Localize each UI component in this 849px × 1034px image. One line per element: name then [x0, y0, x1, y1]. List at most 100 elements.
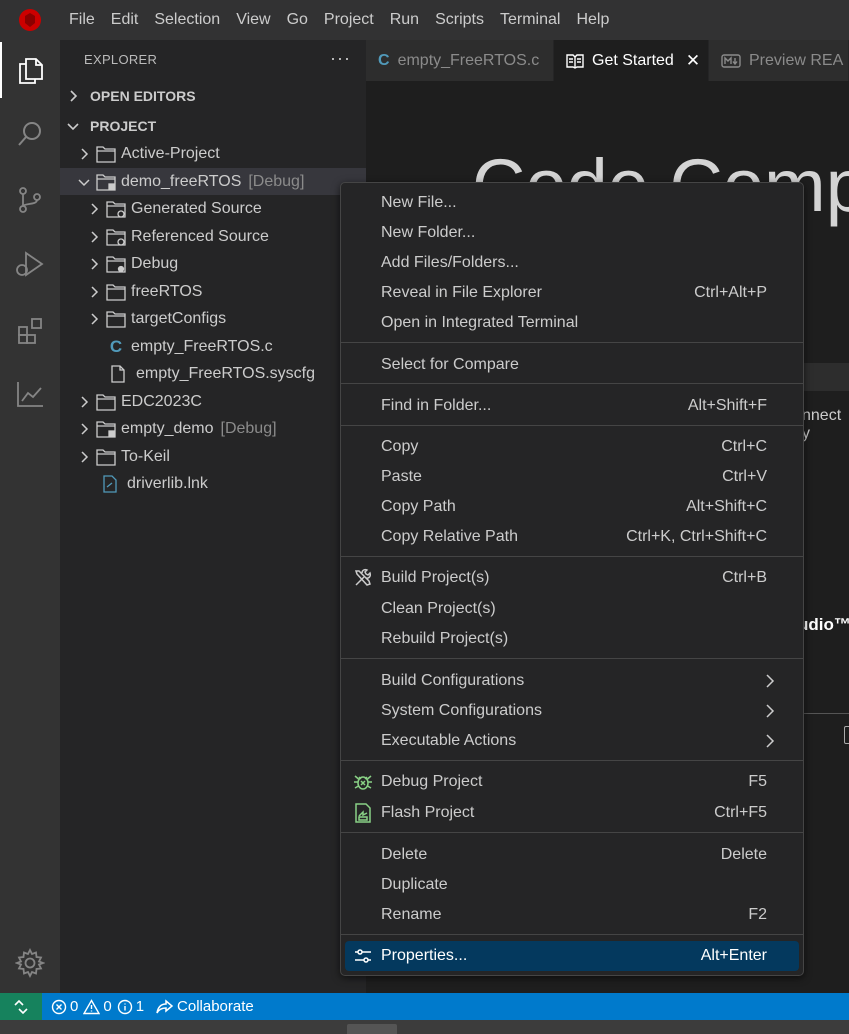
menu-separator: [341, 658, 803, 659]
shortcut: Ctrl+F5: [714, 804, 767, 821]
section-project[interactable]: PROJECT: [60, 112, 366, 140]
tree-item-empty-freertos-syscfg[interactable]: empty_FreeRTOS.syscfg: [60, 360, 366, 387]
menu-item-debug-project[interactable]: Debug Project F5: [345, 767, 799, 797]
tree-item-to-keil[interactable]: To-Keil: [60, 443, 366, 470]
menu-item-clean-projects[interactable]: Clean Project(s): [345, 594, 799, 624]
shortcut: Delete: [720, 846, 767, 863]
shortcut: Alt+Shift+C: [686, 498, 767, 515]
close-icon[interactable]: ✕: [686, 51, 700, 71]
tree-item-generated-source[interactable]: Generated Source: [60, 195, 366, 222]
section-label: PROJECT: [90, 118, 157, 134]
menu-item-executable-actions[interactable]: Executable Actions: [345, 726, 799, 756]
menu-item-new-folder[interactable]: New Folder...: [345, 218, 799, 248]
menu-item-select-for-compare[interactable]: Select for Compare: [345, 350, 799, 380]
tree-item-freertos[interactable]: freeRTOS: [60, 278, 366, 305]
ccs-logo-icon: [0, 0, 60, 40]
menu-item-copy[interactable]: Copy Ctrl+C: [345, 432, 799, 462]
tools-icon: [353, 568, 373, 588]
file-icon: [108, 364, 128, 384]
tree-item-edc2023c[interactable]: EDC2023C: [60, 388, 366, 415]
extensions-icon[interactable]: [0, 302, 60, 358]
walkthrough-text: nnect y: [802, 407, 842, 442]
menu-item-rebuild-projects[interactable]: Rebuild Project(s): [345, 624, 799, 654]
build-config-tag: [Debug]: [220, 419, 277, 437]
shortcut: Alt+Enter: [700, 947, 767, 964]
chevron-right-icon: [76, 395, 92, 408]
context-menu: New File... New Folder... Add Files/Fold…: [340, 182, 804, 976]
tree-item-debug[interactable]: Debug: [60, 250, 366, 277]
menu-separator: [341, 383, 803, 384]
menu-item-properties[interactable]: Properties... Alt+Enter: [345, 941, 799, 971]
menu-item-system-configurations[interactable]: System Configurations: [345, 696, 799, 726]
status-bar: 0 0 1 Collaborate: [0, 993, 849, 1020]
tree-item-active-project[interactable]: Active-Project: [60, 140, 366, 167]
menu-item-reveal-in-file-explorer[interactable]: Reveal in File Explorer Ctrl+Alt+P: [345, 278, 799, 308]
menu-terminal[interactable]: Terminal: [492, 0, 568, 40]
tree-label: targetConfigs: [131, 309, 227, 327]
menu-file[interactable]: File: [60, 0, 103, 40]
menu-separator: [341, 934, 803, 935]
shortcut: F5: [748, 773, 767, 790]
menu-run[interactable]: Run: [382, 0, 427, 40]
menu-item-add-files-folders[interactable]: Add Files/Folders...: [345, 248, 799, 278]
problems-indicator[interactable]: 0 0 1: [51, 998, 144, 1015]
tree-item-targetconfigs[interactable]: targetConfigs: [60, 305, 366, 332]
tab-empty-freertos-c[interactable]: C empty_FreeRTOS.c: [366, 40, 554, 81]
tree-item-demo-freertos[interactable]: demo_freeRTOS [Debug]: [60, 168, 366, 195]
menu-separator: [341, 556, 803, 557]
shortcut: Ctrl+C: [721, 438, 767, 455]
editor-tabs: C empty_FreeRTOS.c Get Started ✕ Preview…: [366, 40, 849, 81]
menu-item-build-projects[interactable]: Build Project(s) Ctrl+B: [345, 563, 799, 593]
gear-icon[interactable]: [0, 935, 60, 991]
linked-folder-icon: [106, 227, 126, 247]
debug-bug-icon: [353, 772, 373, 792]
menu-view[interactable]: View: [228, 0, 278, 40]
chevron-right-icon: [60, 89, 90, 103]
run-debug-icon[interactable]: [0, 236, 60, 292]
tree-item-driverlib-lnk[interactable]: driverlib.lnk: [60, 470, 366, 497]
chart-analytics-icon[interactable]: [0, 366, 60, 422]
tab-preview-readme[interactable]: Preview REA: [709, 40, 849, 81]
tree-label: To-Keil: [121, 447, 170, 465]
shortcut: Ctrl+B: [722, 569, 767, 586]
info-count: 1: [135, 998, 145, 1015]
menu-selection[interactable]: Selection: [146, 0, 228, 40]
explorer-icon[interactable]: [0, 42, 60, 98]
folder-icon: [106, 309, 126, 329]
menu-edit[interactable]: Edit: [103, 0, 147, 40]
menu-item-flash-project[interactable]: Flash Project Ctrl+F5: [345, 798, 799, 828]
chevron-right-icon: [76, 450, 92, 463]
build-folder-icon: [106, 254, 126, 274]
chevron-right-icon: [76, 147, 92, 160]
search-icon[interactable]: [0, 106, 60, 162]
menu-item-rename[interactable]: Rename F2: [345, 900, 799, 930]
menu-item-build-configurations[interactable]: Build Configurations: [345, 666, 799, 696]
more-actions-icon[interactable]: ···: [330, 40, 351, 80]
menu-help[interactable]: Help: [568, 0, 617, 40]
menu-item-copy-path[interactable]: Copy Path Alt+Shift+C: [345, 492, 799, 522]
section-open-editors[interactable]: OPEN EDITORS: [60, 82, 366, 110]
tree-item-referenced-source[interactable]: Referenced Source: [60, 223, 366, 250]
menu-item-paste[interactable]: Paste Ctrl+V: [345, 462, 799, 492]
source-control-icon[interactable]: [0, 172, 60, 228]
section-label: OPEN EDITORS: [90, 88, 196, 104]
folder-icon: [106, 282, 126, 302]
shortcut: Ctrl+Alt+P: [694, 284, 767, 301]
remote-indicator-icon[interactable]: [0, 993, 42, 1020]
menu-go[interactable]: Go: [279, 0, 316, 40]
tree-item-empty-demo[interactable]: empty_demo [Debug]: [60, 415, 366, 442]
menu-item-find-in-folder[interactable]: Find in Folder... Alt+Shift+F: [345, 391, 799, 421]
shortcut: Ctrl+V: [722, 468, 767, 485]
menu-scripts[interactable]: Scripts: [427, 0, 492, 40]
tree-item-empty-freertos-c[interactable]: C empty_FreeRTOS.c: [60, 333, 366, 360]
shortcut: Alt+Shift+F: [687, 397, 767, 414]
collaborate-button[interactable]: Collaborate: [156, 998, 254, 1015]
menu-item-duplicate[interactable]: Duplicate: [345, 870, 799, 900]
menu-project[interactable]: Project: [316, 0, 382, 40]
menu-item-copy-relative-path[interactable]: Copy Relative Path Ctrl+K, Ctrl+Shift+C: [345, 522, 799, 552]
menu-item-open-in-integrated-terminal[interactable]: Open in Integrated Terminal: [345, 308, 799, 338]
tab-get-started[interactable]: Get Started ✕: [554, 40, 709, 81]
menu-item-delete[interactable]: Delete Delete: [345, 840, 799, 870]
checkbox[interactable]: [844, 726, 849, 744]
menu-item-new-file[interactable]: New File...: [345, 188, 799, 218]
